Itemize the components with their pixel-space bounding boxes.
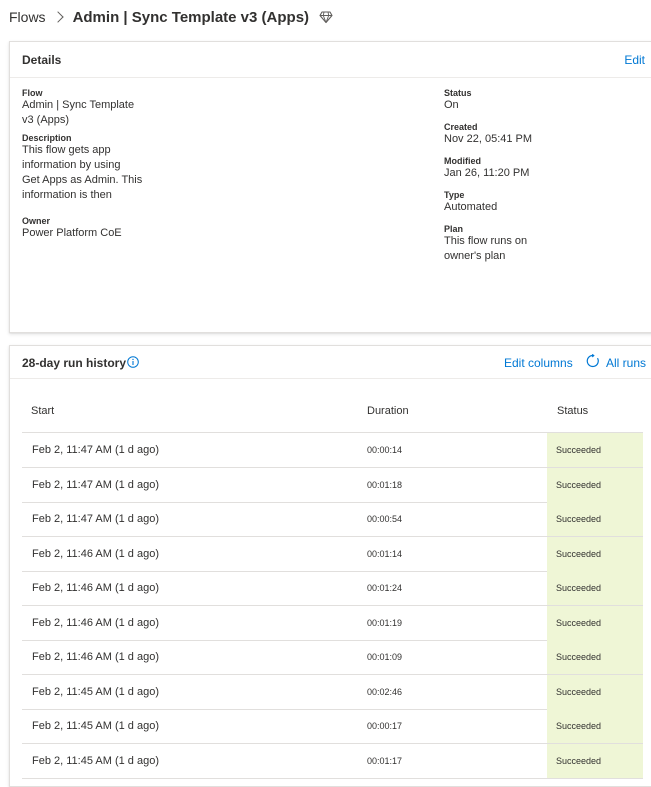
run-duration: 00:01:09 [367, 652, 403, 662]
details-header: Details Edit [10, 42, 651, 78]
run-duration: 00:01:14 [367, 548, 403, 559]
run-status: Succeeded [556, 652, 602, 662]
edit-columns-link[interactable]: Edit columns [504, 356, 573, 370]
run-status-cell: Succeeded [547, 536, 643, 571]
details-right-column: Status On Created Nov 22, 05:41 PM Modif… [444, 88, 644, 264]
plan-line1: This flow runs on [444, 235, 528, 247]
run-start: Feb 2, 11:46 AM (1 d ago) [32, 582, 159, 594]
flow-name-line2: v3 (Apps) [22, 114, 70, 126]
owner-label: Owner [22, 216, 51, 226]
table-row[interactable]: Feb 2, 11:46 AM (1 d ago) 00:01:24 Succe… [22, 571, 643, 606]
column-header-duration[interactable]: Duration [367, 405, 409, 417]
run-duration: 00:00:14 [367, 445, 403, 455]
type-label: Type [444, 190, 465, 200]
plan-label: Plan [444, 224, 464, 234]
run-status-cell: Succeeded [547, 640, 643, 674]
details-heading: Details [22, 53, 62, 67]
run-status-cell: Succeeded [547, 571, 643, 605]
run-start: Feb 2, 11:47 AM (1 d ago) [32, 478, 159, 491]
chevron-right-icon [51, 11, 64, 23]
run-start: Feb 2, 11:45 AM (1 d ago) [32, 685, 159, 698]
run-duration: 00:01:19 [367, 617, 403, 628]
run-status-cell: Succeeded [547, 743, 643, 778]
run-status-cell: Succeeded [547, 433, 643, 467]
description-line4: information is then [22, 189, 112, 201]
run-status: Succeeded [556, 721, 602, 731]
table-row[interactable]: Feb 2, 11:47 AM (1 d ago) 00:00:54 Succe… [22, 502, 643, 537]
run-status: Succeeded [556, 755, 602, 766]
refresh-icon[interactable] [586, 354, 600, 368]
details-card: Details Edit Flow Admin | Sync Template … [9, 41, 651, 333]
breadcrumb-flows-link[interactable]: Flows [9, 9, 46, 25]
run-duration: 00:00:54 [367, 514, 403, 524]
table-row[interactable]: Feb 2, 11:47 AM (1 d ago) 00:01:18 Succe… [22, 467, 643, 503]
info-icon[interactable] [127, 356, 139, 368]
description-line1: This flow gets app [22, 144, 111, 156]
table-row[interactable]: Feb 2, 11:46 AM (1 d ago) 00:01:09 Succe… [22, 640, 643, 675]
status-value: On [444, 99, 459, 111]
column-header-start[interactable]: Start [31, 405, 54, 417]
run-start: Feb 2, 11:46 AM (1 d ago) [32, 616, 159, 629]
run-history-heading: 28-day run history [22, 356, 127, 370]
flow-name-line1: Admin | Sync Template [22, 99, 135, 111]
all-runs-link[interactable]: All runs [606, 356, 646, 370]
run-status: Succeeded [556, 583, 602, 593]
created-value: Nov 22, 05:41 PM [444, 133, 533, 145]
modified-label: Modified [444, 156, 481, 166]
run-duration: 00:01:24 [367, 583, 403, 593]
run-history-header: 28-day run history Edit columns All runs [10, 346, 651, 379]
run-start: Feb 2, 11:45 AM (1 d ago) [32, 720, 159, 732]
type-value: Automated [444, 201, 498, 213]
run-duration: 00:01:17 [367, 755, 403, 766]
description-line3: Get Apps as Admin. This [22, 174, 143, 186]
status-label: Status [444, 88, 472, 98]
run-start: Feb 2, 11:47 AM (1 d ago) [32, 513, 159, 525]
run-status: Succeeded [556, 479, 602, 490]
run-status-cell: Succeeded [547, 467, 643, 502]
table-row[interactable]: Feb 2, 11:45 AM (1 d ago) 00:01:17 Succe… [22, 743, 643, 779]
description-label: Description [22, 133, 72, 143]
run-status: Succeeded [556, 617, 602, 628]
edit-details-link[interactable]: Edit [624, 53, 645, 67]
details-left-column: Flow Admin | Sync Template v3 (Apps) Des… [22, 88, 222, 241]
run-status-cell: Succeeded [547, 674, 643, 709]
flow-label: Flow [22, 88, 43, 98]
plan-line2: owner's plan [444, 250, 506, 262]
run-status-cell: Succeeded [547, 605, 643, 640]
description-line2: information by using [22, 159, 121, 171]
run-start: Feb 2, 11:46 AM (1 d ago) [32, 547, 159, 560]
table-row[interactable]: Feb 2, 11:47 AM (1 d ago) 00:00:14 Succe… [22, 433, 643, 468]
owner-value: Power Platform CoE [22, 227, 122, 239]
run-status-cell: Succeeded [547, 709, 643, 743]
run-status-cell: Succeeded [547, 502, 643, 536]
run-start: Feb 2, 11:46 AM (1 d ago) [32, 651, 159, 663]
run-duration: 00:01:18 [367, 479, 403, 490]
modified-value: Jan 26, 11:20 PM [444, 167, 530, 179]
column-header-status[interactable]: Status [557, 405, 588, 417]
run-duration: 00:00:17 [367, 721, 403, 731]
page-title: Admin | Sync Template v3 (Apps) [72, 8, 310, 26]
table-row[interactable]: Feb 2, 11:46 AM (1 d ago) 00:01:19 Succe… [22, 605, 643, 641]
table-row[interactable]: Feb 2, 11:45 AM (1 d ago) 00:00:17 Succe… [22, 709, 643, 744]
run-status: Succeeded [556, 686, 602, 697]
run-duration: 00:02:46 [367, 686, 403, 697]
run-status: Succeeded [556, 514, 602, 524]
table-row[interactable]: Feb 2, 11:45 AM (1 d ago) 00:02:46 Succe… [22, 674, 643, 710]
run-start: Feb 2, 11:45 AM (1 d ago) [32, 754, 159, 767]
run-status: Succeeded [556, 548, 602, 559]
created-label: Created [444, 122, 478, 132]
table-row[interactable]: Feb 2, 11:46 AM (1 d ago) 00:01:14 Succe… [22, 536, 643, 572]
diamond-icon [319, 11, 333, 24]
run-start: Feb 2, 11:47 AM (1 d ago) [32, 444, 159, 456]
breadcrumb: Flows Admin | Sync Template v3 (Apps) [9, 7, 333, 27]
run-status: Succeeded [556, 445, 602, 455]
